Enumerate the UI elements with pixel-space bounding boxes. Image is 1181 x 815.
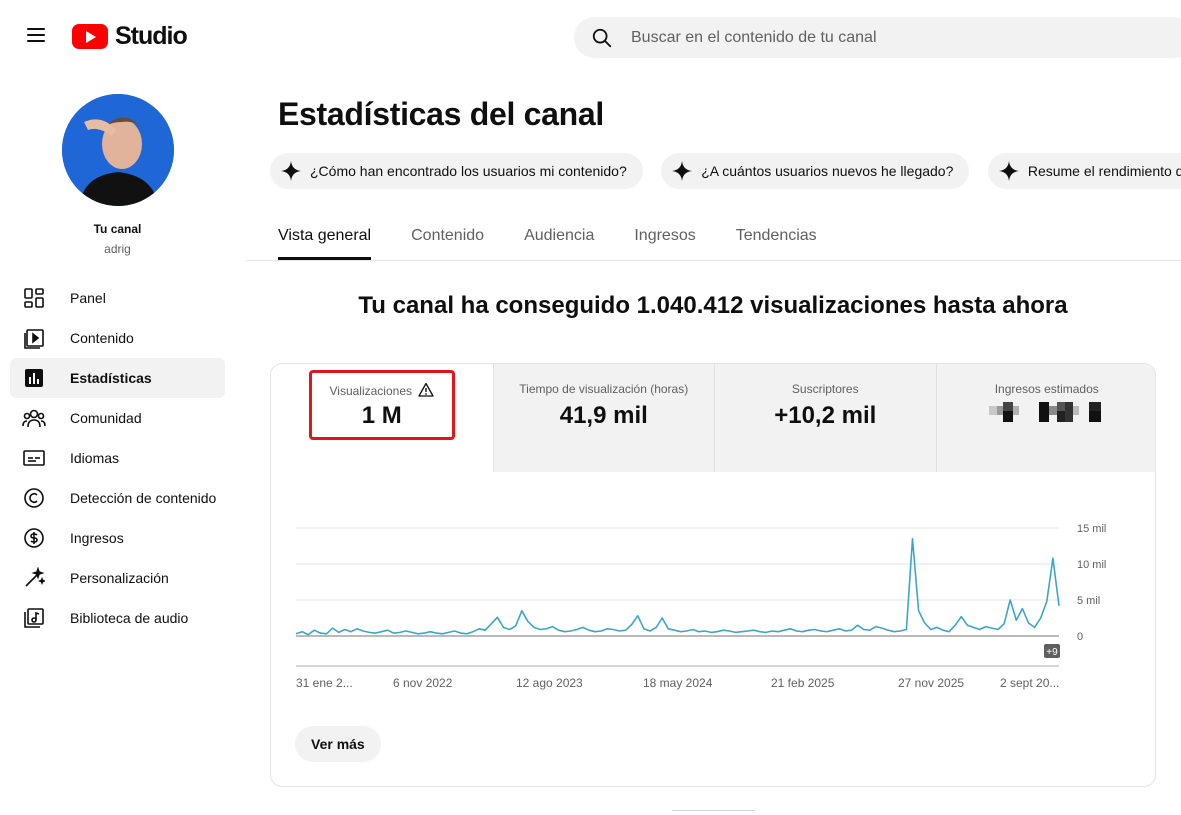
sidebar-item-label: Detección de contenido bbox=[70, 490, 217, 506]
top-bar: Studio Buscar en el contenido de tu cana… bbox=[0, 0, 1181, 76]
bottom-divider bbox=[672, 810, 754, 811]
metric-label: Tiempo de visualización (horas) bbox=[519, 382, 689, 396]
y-tick-label: 0 bbox=[1077, 631, 1083, 643]
sidebar-item-label: Panel bbox=[70, 290, 106, 306]
series-line bbox=[295, 538, 1060, 636]
sidebar-item-audio-library[interactable]: Biblioteca de audio bbox=[10, 598, 225, 638]
sidebar-item-label: Comunidad bbox=[70, 410, 142, 426]
chip-label: ¿Cómo han encontrado los usuarios mi con… bbox=[310, 163, 627, 179]
page-title: Estadísticas del canal bbox=[278, 96, 605, 132]
x-tick-label: 21 feb 2025 bbox=[771, 676, 835, 690]
sidebar-item-community[interactable]: Comunidad bbox=[10, 398, 225, 438]
tab-trends[interactable]: Tendencias bbox=[736, 218, 817, 260]
channel-handle: adrig bbox=[104, 242, 131, 256]
search-bar[interactable]: Buscar en el contenido de tu canal bbox=[574, 17, 1181, 58]
metric-watch-time[interactable]: Tiempo de visualización (horas) 41,9 mil bbox=[492, 364, 714, 472]
sparkle-icon bbox=[280, 160, 302, 182]
sidebar-item-earnings[interactable]: Ingresos bbox=[10, 518, 225, 558]
sidebar-item-customization[interactable]: Personalización bbox=[10, 558, 225, 598]
sidebar-item-label: Estadísticas bbox=[70, 370, 152, 386]
suggestion-chip[interactable]: ¿A cuántos usuarios nuevos he llegado? bbox=[661, 153, 970, 189]
chip-label: Resume el rendimiento de bbox=[1027, 163, 1181, 179]
sidebar-item-label: Contenido bbox=[70, 330, 134, 346]
sidebar-item-languages[interactable]: Idiomas bbox=[10, 438, 225, 478]
tab-content[interactable]: Contenido bbox=[411, 218, 484, 260]
metric-subscribers[interactable]: Suscriptores +10,2 mil bbox=[714, 364, 936, 472]
customization-icon bbox=[22, 566, 46, 590]
metric-views[interactable]: Visualizaciones 1 M bbox=[271, 364, 493, 472]
metric-label: Suscriptores bbox=[791, 382, 859, 396]
y-tick-label: 5 mil bbox=[1077, 595, 1100, 607]
avatar[interactable] bbox=[62, 94, 174, 206]
analytics-tabs: Vista general Contenido Audiencia Ingres… bbox=[278, 218, 817, 260]
y-tick-label: 10 mil bbox=[1077, 559, 1106, 571]
dashboard-icon bbox=[22, 286, 46, 310]
x-tick-label: 31 ene 2... bbox=[296, 676, 353, 690]
x-tick-label: 6 nov 2022 bbox=[393, 676, 453, 690]
metric-value: +10,2 mil bbox=[774, 402, 877, 429]
metric-estimated-revenue[interactable]: Ingresos estimados bbox=[935, 364, 1155, 472]
x-tick-label: 18 may 2024 bbox=[643, 676, 713, 690]
analytics-icon bbox=[22, 366, 46, 390]
x-tick-label: 27 nov 2025 bbox=[898, 676, 964, 690]
views-chart[interactable]: 15 mil 10 mil 5 mil 0 31 ene 2... 6 nov 2022 1… bbox=[271, 472, 1156, 702]
sidebar-item-content-detection[interactable]: Detección de contenido bbox=[10, 478, 225, 518]
x-tick-label: 12 ago 2023 bbox=[516, 676, 583, 690]
sidebar-nav: Panel Contenido Estadísticas Comunidad I… bbox=[10, 278, 225, 638]
channel-title: Tu canal bbox=[93, 222, 142, 236]
sparkle-icon bbox=[672, 160, 693, 182]
logo-text: Studio bbox=[115, 22, 188, 50]
monetization-icon bbox=[22, 526, 46, 550]
views-headline: Tu canal ha conseguido 1.040.412 visuali… bbox=[358, 292, 1068, 319]
metrics-card: Visualizaciones 1 M Tiempo de visualizac… bbox=[270, 363, 1156, 787]
x-tick-label: 2 sept 20... bbox=[1000, 676, 1059, 690]
sidebar-item-label: Ingresos bbox=[70, 530, 124, 546]
highlight-box bbox=[309, 370, 455, 440]
subtitles-icon bbox=[22, 446, 46, 470]
sidebar-item-label: Biblioteca de audio bbox=[70, 610, 189, 626]
search-input[interactable]: Buscar en el contenido de tu canal bbox=[631, 29, 877, 47]
sidebar-item-label: Personalización bbox=[70, 570, 169, 586]
pixelated-value bbox=[988, 402, 1101, 422]
copyright-icon bbox=[22, 486, 46, 510]
suggestion-chip[interactable]: ¿Cómo han encontrado los usuarios mi con… bbox=[270, 153, 643, 189]
sidebar: Tu canal adrig Panel Contenido Estadísti… bbox=[0, 76, 245, 815]
tab-revenue[interactable]: Ingresos bbox=[634, 218, 695, 260]
metric-tabs: Visualizaciones 1 M Tiempo de visualizac… bbox=[271, 364, 1155, 472]
studio-logo[interactable]: Studio bbox=[72, 22, 188, 51]
menu-icon[interactable] bbox=[18, 24, 54, 52]
tabs-divider bbox=[246, 260, 1181, 261]
content-icon bbox=[22, 326, 46, 350]
community-icon bbox=[22, 406, 46, 430]
tab-overview[interactable]: Vista general bbox=[278, 218, 372, 260]
metric-label: Ingresos estimados bbox=[994, 382, 1099, 396]
search-icon bbox=[592, 28, 612, 48]
youtube-logo-icon bbox=[72, 24, 108, 49]
suggestion-chip[interactable]: Resume el rendimiento de bbox=[987, 153, 1181, 189]
sidebar-item-analytics[interactable]: Estadísticas bbox=[10, 358, 225, 398]
tab-audience[interactable]: Audiencia bbox=[524, 218, 594, 260]
audio-library-icon bbox=[22, 606, 46, 630]
chart-badge-label: +9 bbox=[1046, 647, 1058, 658]
sidebar-item-content[interactable]: Contenido bbox=[10, 318, 225, 358]
sidebar-item-panel[interactable]: Panel bbox=[10, 278, 225, 318]
sidebar-item-label: Idiomas bbox=[70, 450, 120, 466]
y-tick-label: 15 mil bbox=[1077, 523, 1106, 535]
suggestion-chips: ¿Cómo han encontrado los usuarios mi con… bbox=[270, 153, 1181, 189]
chip-label: ¿A cuántos usuarios nuevos he llegado? bbox=[701, 163, 954, 179]
sparkle-icon bbox=[998, 160, 1019, 182]
metric-value: 41,9 mil bbox=[559, 402, 648, 429]
see-more-button[interactable]: Ver más bbox=[295, 726, 381, 762]
